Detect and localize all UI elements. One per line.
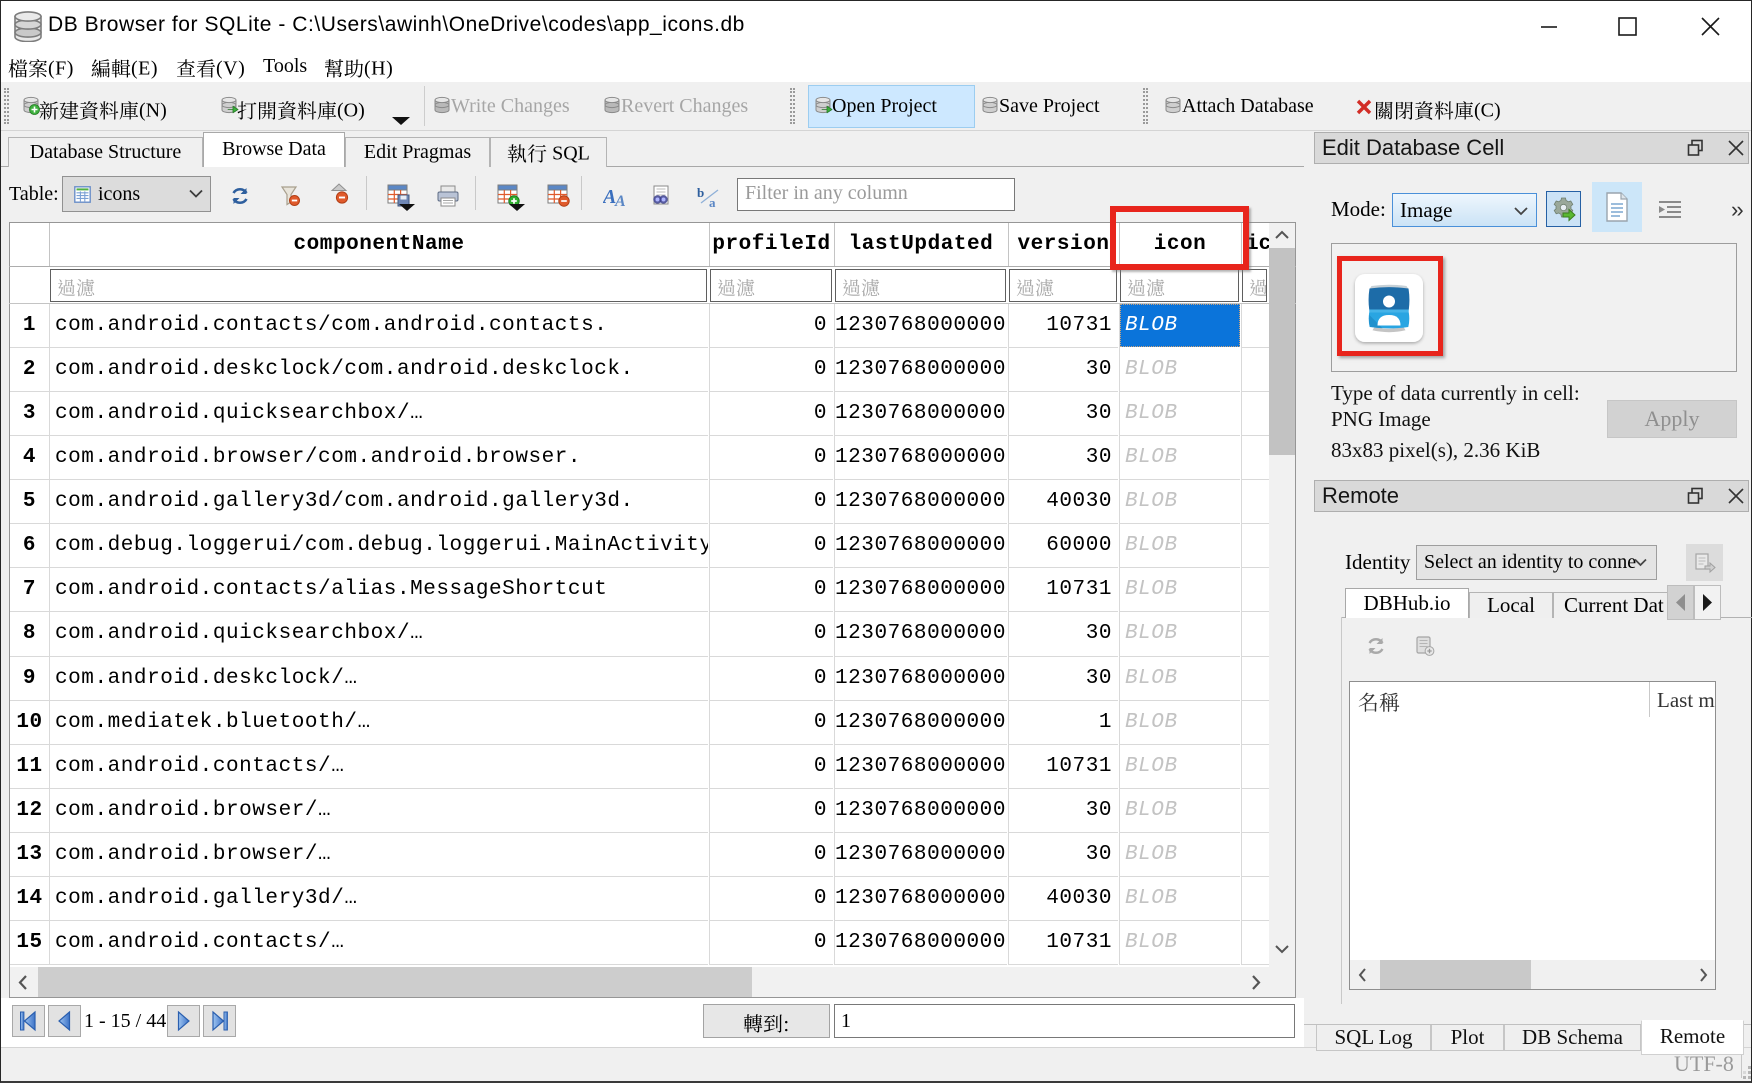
svg-text:A: A xyxy=(614,193,626,209)
svg-text:b: b xyxy=(697,185,704,200)
svg-text:a: a xyxy=(709,195,716,209)
